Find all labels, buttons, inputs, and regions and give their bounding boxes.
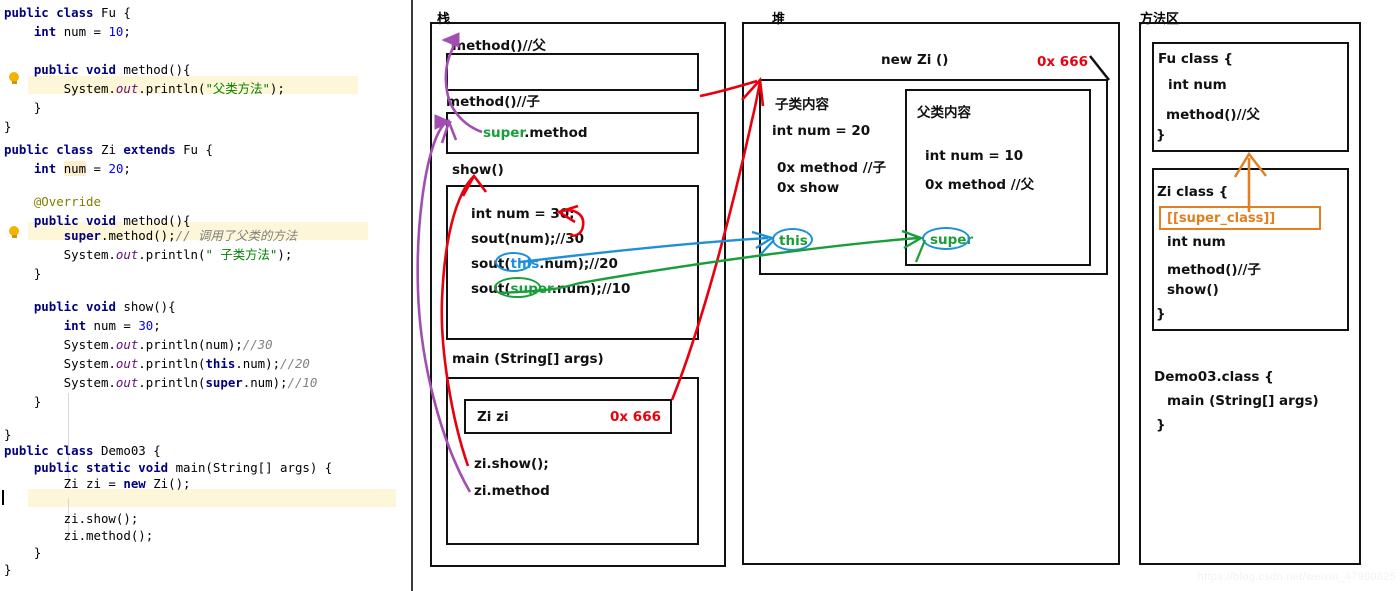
this-circle-heap <box>772 228 813 251</box>
super-method-suffix: .method <box>524 125 588 141</box>
stack-frame-body-method-parent <box>446 53 699 91</box>
main-call-method: zi.method <box>474 483 550 499</box>
zi-class-field-num: int num <box>1167 234 1226 250</box>
watermark-text: https://blog.csdn.net/weixin_47980825 <box>1197 571 1396 583</box>
super-circle-stack <box>494 277 541 298</box>
demo-class-main: main (String[] args) <box>1167 393 1319 409</box>
fu-class-header: Fu class { <box>1158 51 1233 67</box>
fu-class-field-num: int num <box>1168 77 1227 93</box>
show-line-2: sout(num);//30 <box>471 231 585 247</box>
parent-field-method: 0x method //父 <box>925 177 1035 193</box>
super-keyword: super <box>483 125 525 141</box>
stack-ref-var-name: Zi zi <box>477 409 509 425</box>
stack-super-method-call: super.method <box>483 125 588 141</box>
child-field-method: 0x method //子 <box>777 160 887 176</box>
super-circle-heap <box>922 227 970 250</box>
show-line-3: sout(this.num);//20 <box>471 256 618 272</box>
fu-class-close: } <box>1156 127 1166 143</box>
demo-class-close: } <box>1156 417 1166 433</box>
stack-frame-title-method-parent: method()//父 <box>452 38 546 54</box>
stack-ref-address: 0x 666 <box>610 409 661 425</box>
zi-class-method: method()//子 <box>1167 262 1261 278</box>
stack-frame-title-method-child: method()//子 <box>446 94 540 110</box>
zi-class-show: show() <box>1167 282 1219 298</box>
heap-object-title: new Zi () <box>881 52 949 68</box>
memory-diagram: 栈 method()//父 method()//子 super.method s… <box>0 0 1400 591</box>
zi-class-close: } <box>1156 306 1166 322</box>
zi-class-header: Zi class { <box>1157 184 1229 200</box>
heap-object-address: 0x 666 <box>1037 54 1088 70</box>
stack-frame-title-main: main (String[] args) <box>452 351 604 367</box>
child-content-title: 子类内容 <box>775 97 829 113</box>
zi-super-class-tag: [[super_class]] <box>1159 206 1321 230</box>
main-call-show: zi.show(); <box>474 456 549 472</box>
parent-field-num: int num = 10 <box>925 148 1024 164</box>
show-line-4-suffix: .num);//10 <box>551 281 631 297</box>
demo-class-header: Demo03.class { <box>1154 369 1274 385</box>
show-line-3-suffix: .num);//20 <box>539 256 618 272</box>
show-line-1: int num = 30; <box>471 206 575 222</box>
parent-content-title: 父类内容 <box>917 105 971 121</box>
this-circle-stack <box>495 252 532 272</box>
child-field-num: int num = 20 <box>772 123 871 139</box>
child-field-show: 0x show <box>777 180 840 196</box>
stack-frame-title-show: show() <box>452 162 504 178</box>
fu-class-method: method()//父 <box>1166 107 1260 123</box>
